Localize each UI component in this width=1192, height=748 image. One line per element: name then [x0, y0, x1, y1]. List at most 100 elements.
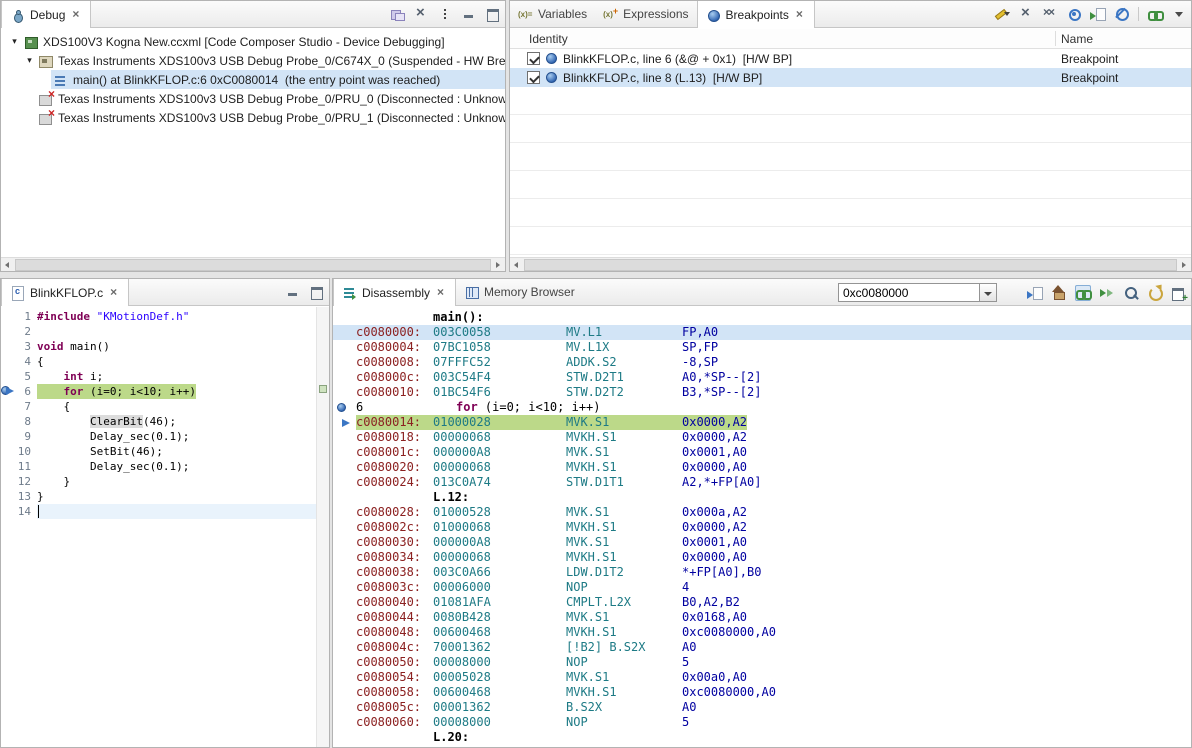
editor-code-area[interactable]: 1#include "KMotionDef.h"23void main()4{5… [1, 307, 316, 747]
disassembly-row[interactable]: c0080044:0080B428MVK.S10x0168,A0 [333, 610, 1191, 625]
disassembly-gutter[interactable] [337, 731, 353, 744]
disassembly-row[interactable]: c0080024:013C0A74STW.D1T1A2,*+FP[A0] [333, 475, 1191, 490]
disassembly-gutter[interactable] [337, 521, 353, 534]
disassembly-row[interactable]: c0080054:00005028MVK.S10x00a0,A0 [333, 670, 1191, 685]
editor-gutter[interactable] [1, 369, 15, 384]
disassembly-row[interactable]: L.12: [333, 490, 1191, 505]
editor-gutter[interactable] [1, 474, 15, 489]
view-menu-dots-icon[interactable] [437, 6, 453, 22]
disassembly-gutter[interactable] [337, 566, 353, 579]
disassembly-gutter[interactable] [337, 326, 353, 339]
maximize-icon[interactable] [485, 6, 501, 22]
disassembly-gutter[interactable] [337, 491, 353, 504]
disassembly-gutter[interactable] [337, 701, 353, 714]
disassembly-row[interactable]: c0080030:000000A8MVK.S10x0001,A0 [333, 535, 1191, 550]
disassembly-gutter[interactable] [337, 686, 353, 699]
editor-gutter[interactable] [1, 324, 15, 339]
editor-gutter[interactable] [1, 504, 15, 519]
editor-code-line[interactable]: 5 int i; [1, 369, 316, 384]
editor-gutter[interactable] [1, 399, 15, 414]
debug-tree-item[interactable]: Texas Instruments XDS100v3 USB Debug Pro… [1, 89, 505, 108]
disassembly-gutter[interactable] [337, 311, 353, 324]
disassembly-gutter[interactable] [337, 476, 353, 489]
editor-gutter[interactable] [1, 489, 15, 504]
scroll-right-icon[interactable] [491, 258, 505, 272]
disassembly-row[interactable]: c008002c:01000068MVKH.S10x0000,A2 [333, 520, 1191, 535]
editor-code-line[interactable]: 3void main() [1, 339, 316, 354]
editor-gutter[interactable] [1, 384, 15, 399]
scroll-right-icon[interactable] [1177, 258, 1191, 272]
new-breakpoint-menu-icon[interactable] [994, 6, 1010, 22]
editor-gutter[interactable] [1, 444, 15, 459]
open-new-view-icon[interactable] [1171, 285, 1187, 301]
disassembly-row[interactable]: c0080014:01000028MVK.S10x0000,A2 [333, 415, 1191, 430]
sash-vertical-bottom[interactable] [330, 278, 332, 748]
disassembly-gutter[interactable] [337, 581, 353, 594]
editor-code-line[interactable]: 10 SetBit(46); [1, 444, 316, 459]
disassembly-row[interactable]: c0080040:01081AFACMPLT.L2XB0,A2,B2 [333, 595, 1191, 610]
disassembly-row[interactable]: c0080000:003C0058MV.L1FP,A0 [333, 325, 1191, 340]
disassembly-row[interactable]: c0080010:01BC54F6STW.D2T2B3,*SP--[2] [333, 385, 1191, 400]
editor-gutter[interactable] [1, 354, 15, 369]
disassembly-gutter[interactable] [337, 371, 353, 384]
scrollbar-thumb[interactable] [15, 259, 491, 271]
tree-expander-icon[interactable]: ▾ [23, 55, 36, 66]
disassembly-gutter[interactable] [337, 551, 353, 564]
disassembly-gutter[interactable] [337, 506, 353, 519]
editor-code-line[interactable]: 14 [1, 504, 316, 519]
disassembly-row[interactable]: c0080038:003C0A66LDW.D1T2*+FP[A0],B0 [333, 565, 1191, 580]
editor-code-line[interactable]: 12 } [1, 474, 316, 489]
disassembly-gutter[interactable] [337, 341, 353, 354]
disassembly-row[interactable]: c0080058:00600468MVKH.S10xc0080000,A0 [333, 685, 1191, 700]
debug-hscrollbar[interactable] [1, 257, 505, 271]
disassembly-address-input[interactable] [838, 283, 980, 302]
disassembly-row[interactable]: c008003c:00006000NOP4 [333, 580, 1191, 595]
disassembly-row[interactable]: c0080034:00000068MVKH.S10x0000,A0 [333, 550, 1191, 565]
tab-memory-browser[interactable]: Memory Browser [456, 279, 583, 305]
disassembly-row[interactable]: c008005c:00001362B.S2XA0 [333, 700, 1191, 715]
address-dropdown-icon[interactable] [980, 283, 997, 302]
disassembly-gutter[interactable] [337, 626, 353, 639]
show-debug-context-icon[interactable] [1027, 285, 1043, 301]
column-header-name[interactable]: Name [1061, 32, 1093, 46]
disassembly-gutter[interactable] [337, 446, 353, 459]
skip-all-breakpoints-icon[interactable] [1114, 6, 1130, 22]
column-divider[interactable] [1055, 31, 1056, 46]
home-icon[interactable] [1051, 285, 1067, 301]
editor-code-line[interactable]: 2 [1, 324, 316, 339]
search-icon[interactable] [1123, 285, 1139, 301]
scroll-left-icon[interactable] [510, 258, 524, 272]
editor-code-line[interactable]: 8 ClearBit(46); [1, 414, 316, 429]
editor-gutter[interactable] [1, 339, 15, 354]
debug-tree-item[interactable]: main() at BlinkKFLOP.c:6 0xC0080014 (the… [1, 70, 505, 89]
disassembly-row[interactable]: c0080020:00000068MVKH.S10x0000,A0 [333, 460, 1191, 475]
tree-expander-icon[interactable]: ▾ [8, 36, 21, 47]
view-menu-icon[interactable] [1171, 6, 1187, 22]
close-tab-icon[interactable] [796, 9, 806, 21]
breakpoint-checkbox[interactable] [527, 52, 540, 65]
disassembly-row[interactable]: c0080048:00600468MVKH.S10xc0080000,A0 [333, 625, 1191, 640]
disassembly-row[interactable]: main(): [333, 310, 1191, 325]
disassembly-row[interactable]: c008004c:70001362[!B2] B.S2XA0 [333, 640, 1191, 655]
refresh-icon[interactable] [1147, 285, 1163, 301]
disassembly-gutter[interactable] [337, 461, 353, 474]
disassembly-row[interactable]: 6for (i=0; i<10; i++) [333, 400, 1191, 415]
remove-breakpoint-icon[interactable] [1018, 6, 1034, 22]
disassembly-gutter[interactable] [337, 611, 353, 624]
scrollbar-thumb[interactable] [524, 259, 1177, 271]
editor-code-line[interactable]: 7 { [1, 399, 316, 414]
editor-gutter[interactable] [1, 309, 15, 324]
editor-gutter[interactable] [1, 429, 15, 444]
disassembly-gutter[interactable] [337, 671, 353, 684]
breakpoint-checkbox[interactable] [527, 71, 540, 84]
close-tab-icon[interactable] [72, 9, 82, 21]
scroll-left-icon[interactable] [1, 258, 15, 272]
editor-overview-ruler[interactable] [316, 307, 329, 747]
close-tab-icon[interactable] [110, 287, 120, 299]
disassembly-gutter[interactable] [337, 401, 353, 414]
disassembly-row[interactable]: c008000c:003C54F4STW.D2T1A0,*SP--[2] [333, 370, 1191, 385]
disassembly-row[interactable]: c0080028:01000528MVK.S10x000a,A2 [333, 505, 1191, 520]
disassembly-row[interactable]: c0080018:00000068MVKH.S10x0000,A2 [333, 430, 1191, 445]
link-with-active-debug-context-icon[interactable] [1075, 285, 1091, 301]
editor-code-line[interactable]: 11 Delay_sec(0.1); [1, 459, 316, 474]
